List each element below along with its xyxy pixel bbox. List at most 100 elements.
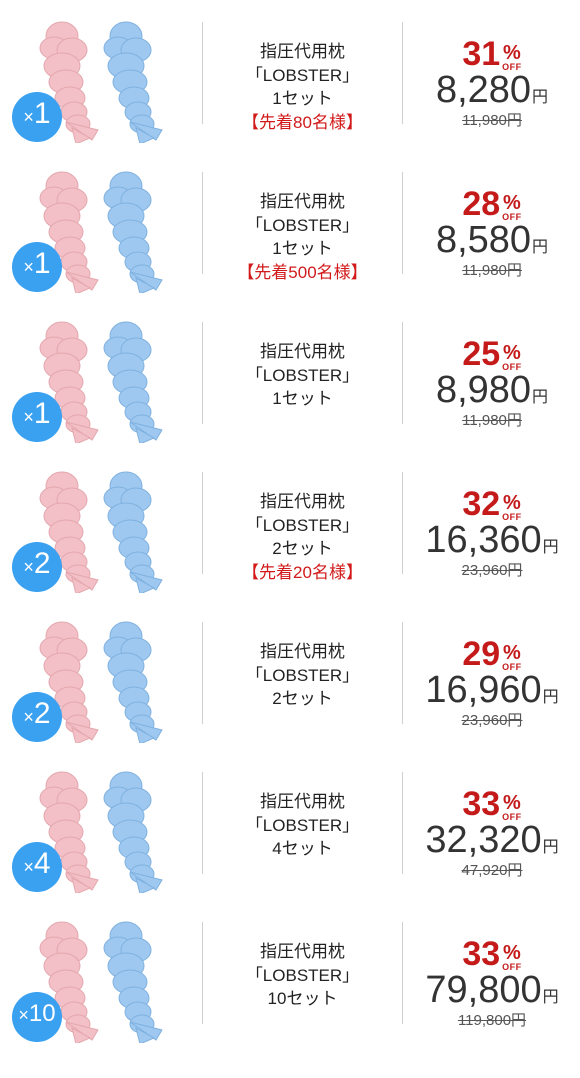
times-sign: × (23, 407, 34, 427)
discount-rate: 33 % OFF (404, 782, 580, 822)
set-count: 1セット (272, 239, 333, 258)
product-description: 指圧代用枕 「LOBSTER」 2セット (203, 640, 402, 711)
percent-sign: % (503, 492, 521, 514)
percent-sign: % (503, 642, 521, 664)
price-block: 29 % OFF 16,960 円 23,960円 (404, 632, 580, 730)
sale-price-value: 16,360 (425, 519, 542, 561)
times-sign: × (23, 707, 34, 727)
sale-price: 16,360 円 (404, 520, 580, 560)
offer-row[interactable]: × 1 指圧代用枕 「LOBSTER」 1セット 【先着80名様】 31 % OF… (0, 0, 580, 150)
yen-unit: 円 (542, 539, 559, 556)
offer-row[interactable]: × 1 指圧代用枕 「LOBSTER」 1セット 【先着500名様】 28 % O… (0, 150, 580, 300)
discount-rate: 33 % OFF (404, 932, 580, 972)
product-image: × 2 (12, 468, 182, 593)
quantity-badge: × 1 (12, 92, 62, 142)
divider (402, 472, 403, 574)
percent-off: % OFF (502, 193, 522, 222)
set-count: 2セット (272, 689, 333, 708)
offer-list: × 1 指圧代用枕 「LOBSTER」 1セット 【先着80名様】 31 % OF… (0, 0, 580, 1078)
divider (402, 22, 403, 124)
original-price: 119,800円 (457, 1012, 527, 1029)
quantity-badge: × 2 (12, 692, 62, 742)
percent-sign: % (503, 42, 521, 64)
product-brand: 「LOBSTER」 (245, 515, 360, 535)
divider (402, 772, 403, 874)
product-description: 指圧代用枕 「LOBSTER」 1セット (203, 340, 402, 411)
sale-price: 8,580 円 (404, 220, 580, 260)
sale-price: 16,960 円 (404, 670, 580, 710)
product-image: × 4 (12, 768, 182, 893)
product-image: × 2 (12, 618, 182, 743)
sale-price-value: 8,980 (435, 369, 532, 411)
offer-row[interactable]: × 2 指圧代用枕 「LOBSTER」 2セット 【先着20名様】 32 % OF… (0, 450, 580, 600)
quantity-number: 1 (33, 97, 51, 130)
set-count: 10セット (267, 989, 338, 1008)
set-count: 2セット (272, 539, 333, 558)
yen-unit: 円 (542, 689, 559, 706)
percent-off: % OFF (502, 343, 522, 372)
product-name: 指圧代用枕 (260, 642, 345, 661)
product-brand: 「LOBSTER」 (245, 365, 360, 385)
sale-price-value: 8,280 (435, 69, 532, 111)
sale-price: 32,320 円 (404, 820, 580, 860)
product-image: × 1 (12, 318, 182, 443)
discount-number: 33 (462, 935, 501, 973)
discount-rate: 29 % OFF (404, 632, 580, 672)
product-description: 指圧代用枕 「LOBSTER」 1セット 【先着500名様】 (203, 190, 402, 284)
divider (402, 172, 403, 274)
product-image: × 1 (12, 168, 182, 293)
quantity-number: 2 (33, 547, 51, 580)
product-description: 指圧代用枕 「LOBSTER」 10セット (203, 940, 402, 1011)
quantity-number: 4 (33, 847, 51, 880)
price-block: 25 % OFF 8,980 円 11,980円 (404, 332, 580, 430)
sale-price-value: 32,320 (425, 819, 542, 861)
sale-price-value: 8,580 (435, 219, 532, 261)
product-name: 指圧代用枕 (260, 492, 345, 511)
product-name: 指圧代用枕 (260, 342, 345, 361)
offer-row[interactable]: × 10 指圧代用枕 「LOBSTER」 10セット 33 % OFF 79,80… (0, 900, 580, 1050)
set-count: 1セット (272, 89, 333, 108)
percent-sign: % (503, 792, 521, 814)
promo-label: 【先着500名様】 (237, 262, 368, 282)
offer-row[interactable]: × 2 指圧代用枕 「LOBSTER」 2セット 29 % OFF 16,960 … (0, 600, 580, 750)
original-price: 23,960円 (461, 712, 523, 729)
quantity-badge: × 1 (12, 242, 62, 292)
promo-label: 【先着20名様】 (242, 562, 363, 582)
price-block: 33 % OFF 79,800 円 119,800円 (404, 932, 580, 1030)
product-name: 指圧代用枕 (260, 42, 345, 61)
discount-rate: 28 % OFF (404, 182, 580, 222)
percent-sign: % (503, 342, 521, 364)
sale-price-value: 79,800 (425, 969, 542, 1011)
discount-number: 29 (462, 635, 501, 673)
percent-off: % OFF (502, 43, 522, 72)
promo-label: 【先着80名様】 (242, 112, 363, 132)
original-price: 23,960円 (461, 562, 523, 579)
quantity-badge: × 1 (12, 392, 62, 442)
discount-number: 33 (462, 785, 501, 823)
product-brand: 「LOBSTER」 (245, 665, 360, 685)
discount-rate: 25 % OFF (404, 332, 580, 372)
product-name: 指圧代用枕 (260, 792, 345, 811)
percent-off: % OFF (502, 493, 522, 522)
quantity-number: 1 (33, 397, 51, 430)
times-sign: × (23, 257, 34, 277)
original-price: 47,920円 (461, 862, 523, 879)
times-sign: × (23, 107, 34, 127)
price-block: 28 % OFF 8,580 円 11,980円 (404, 182, 580, 280)
product-image: × 10 (12, 918, 182, 1043)
price-block: 31 % OFF 8,280 円 11,980円 (404, 32, 580, 130)
product-name: 指圧代用枕 (260, 942, 345, 961)
percent-off: % OFF (502, 793, 522, 822)
percent-sign: % (503, 192, 521, 214)
discount-rate: 32 % OFF (404, 482, 580, 522)
offer-row[interactable]: × 4 指圧代用枕 「LOBSTER」 4セット 33 % OFF 32,320 … (0, 750, 580, 900)
product-description: 指圧代用枕 「LOBSTER」 2セット 【先着20名様】 (203, 490, 402, 584)
product-description: 指圧代用枕 「LOBSTER」 1セット 【先着80名様】 (203, 40, 402, 134)
discount-rate: 31 % OFF (404, 32, 580, 72)
offer-row[interactable]: × 1 指圧代用枕 「LOBSTER」 1セット 25 % OFF 8,980 円… (0, 300, 580, 450)
yen-unit: 円 (542, 839, 559, 856)
divider (402, 622, 403, 724)
times-sign: × (23, 557, 34, 577)
discount-number: 32 (462, 485, 501, 523)
divider (402, 922, 403, 1024)
